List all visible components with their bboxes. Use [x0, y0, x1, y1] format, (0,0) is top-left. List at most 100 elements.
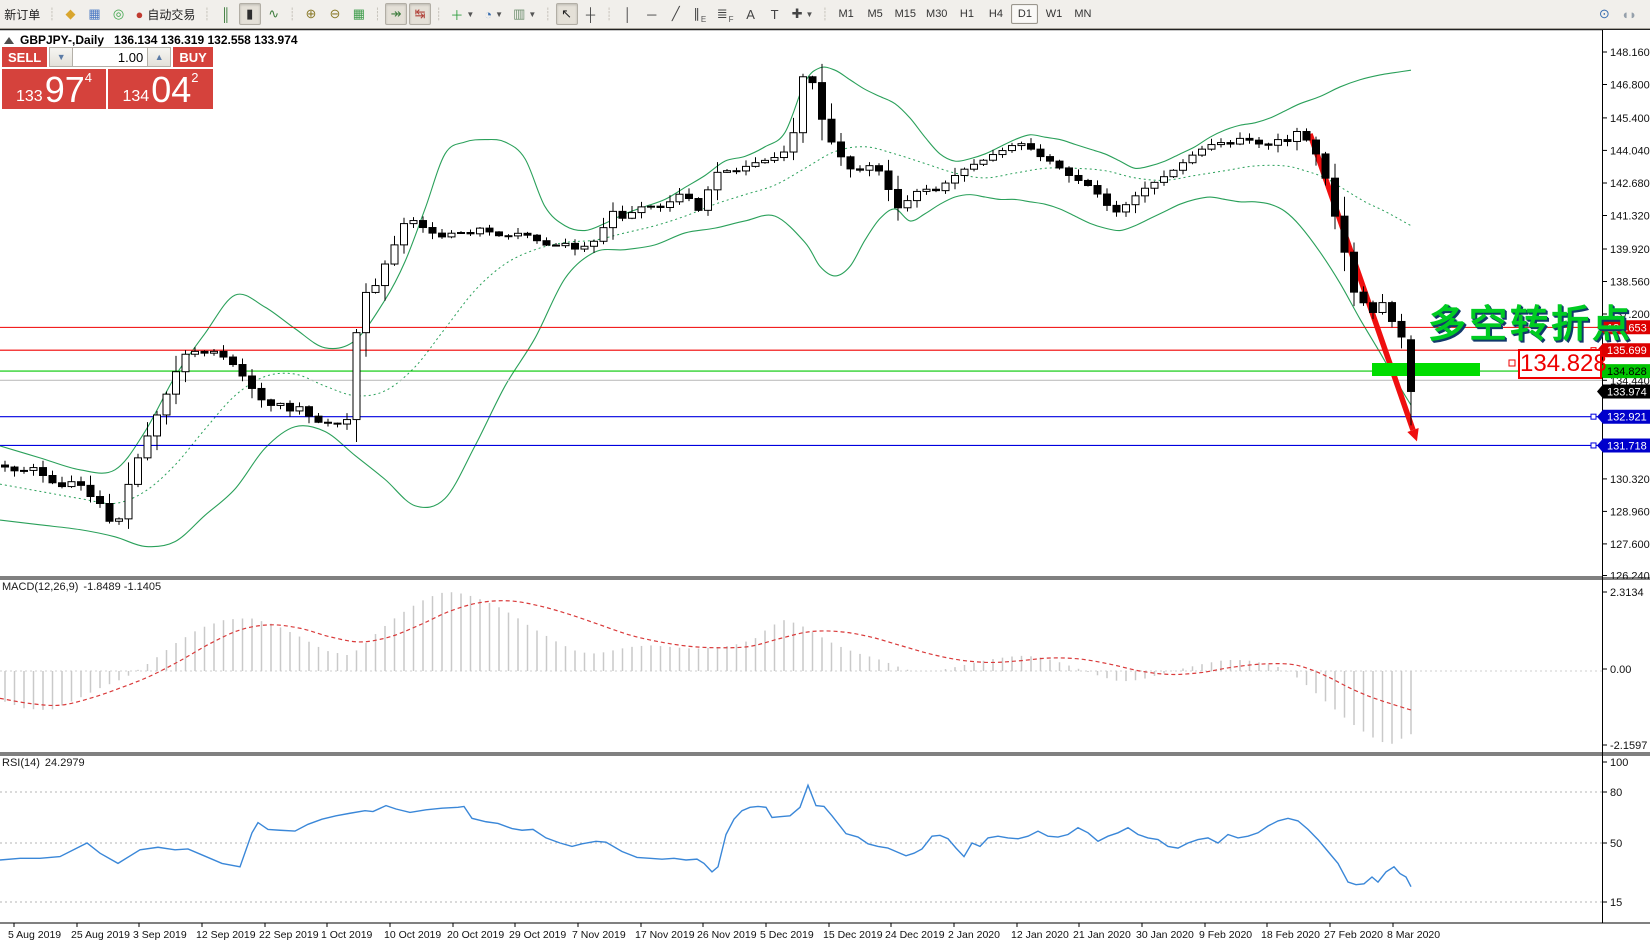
svg-text:24 Dec 2019: 24 Dec 2019 [885, 929, 945, 941]
buy-price[interactable]: 134 04 2 [108, 69, 213, 109]
svg-text:132.921: 132.921 [1607, 412, 1647, 424]
callout-anchor-handle[interactable] [1508, 359, 1516, 367]
periods-button[interactable]: ◔ ▼ [480, 3, 507, 25]
fibonacci-button[interactable]: ≣ F [713, 3, 738, 25]
buy-price-figure: 134 [122, 88, 150, 105]
signals-icon[interactable]: ◎ [108, 3, 130, 25]
chart-ohlc-values: 136.134 136.319 132.558 133.974 [114, 33, 298, 47]
price-callout-label[interactable]: 134.828 [1518, 349, 1607, 379]
chevron-down-icon: ▼ [495, 9, 504, 19]
svg-text:3 Sep 2019: 3 Sep 2019 [133, 929, 187, 941]
zoom-in-button[interactable]: ⊕ [300, 3, 322, 25]
svg-text:131.718: 131.718 [1607, 441, 1647, 453]
line-anchor-handle[interactable] [1590, 413, 1597, 420]
buy-price-point: 2 [191, 70, 199, 85]
vertical-line-glyph: │ [623, 6, 632, 22]
svg-text:50: 50 [1610, 838, 1622, 850]
sell-button[interactable]: SELL [2, 47, 48, 67]
toolbar-separator: ┊ [435, 7, 443, 21]
templates-button[interactable]: ▥ ▼ [509, 3, 540, 25]
tile-windows-button[interactable]: ▦ [348, 3, 370, 25]
svg-text:145.400: 145.400 [1610, 113, 1650, 125]
indicators-button[interactable]: ＋ ▼ [446, 3, 478, 25]
svg-text:144.040: 144.040 [1610, 145, 1650, 157]
sell-price[interactable]: 133 97 4 [2, 69, 106, 109]
green-highlight-bar[interactable] [1372, 363, 1480, 376]
text-button[interactable]: A [740, 3, 762, 25]
timeframe-w1[interactable]: W1 [1040, 4, 1067, 24]
svg-text:26 Nov 2019: 26 Nov 2019 [697, 929, 757, 941]
new-chart-glyph: ▦ [88, 6, 101, 21]
svg-text:9 Feb 2020: 9 Feb 2020 [1199, 929, 1252, 941]
new-chart-button[interactable]: ▦ [84, 3, 106, 25]
toolbar-separator: ┊ [48, 7, 56, 21]
line-chart-button[interactable]: ∿ [263, 3, 285, 25]
timeframe-m5[interactable]: M5 [862, 4, 889, 24]
svg-text:15: 15 [1610, 897, 1622, 909]
cursor-button[interactable]: ↖ [555, 3, 578, 25]
auto-trading-button[interactable]: ● 自动交易 [132, 3, 200, 25]
svg-text:138.560: 138.560 [1610, 277, 1650, 289]
turning-point-annotation[interactable]: 多空转折点 [1428, 293, 1633, 348]
timeframe-h4[interactable]: H4 [982, 4, 1009, 24]
equidistant-channel-button[interactable]: ∥ E [689, 3, 711, 25]
svg-text:128.960: 128.960 [1610, 506, 1650, 518]
svg-text:8 Mar 2020: 8 Mar 2020 [1387, 929, 1440, 941]
timeframe-mn[interactable]: MN [1069, 4, 1096, 24]
svg-text:133.974: 133.974 [1607, 387, 1647, 399]
trendline-glyph: ╱ [671, 6, 680, 21]
zoom-out-button[interactable]: ⊖ [324, 3, 346, 25]
bar-chart-button[interactable]: ║ [215, 3, 237, 25]
candlestick-chart-button[interactable]: ▮ [238, 3, 261, 25]
svg-text:12 Jan 2020: 12 Jan 2020 [1011, 929, 1069, 941]
toolbar-right-buttons: ⊙ ◖◗ [1592, 0, 1650, 28]
auto-scroll-button[interactable]: ↠ [385, 3, 408, 25]
favorites-icon-glyph: ◆ [65, 6, 76, 21]
svg-text:2 Jan 2020: 2 Jan 2020 [948, 929, 1000, 941]
periods-glyph: ◔ [484, 6, 493, 22]
mt4-window: ▤新订单┊◆▦◎●自动交易┊║▮∿┊⊕⊖▦┊↠↹┊＋▼◔▼▥▼┊↖┼┊│─╱∥E… [0, 0, 1650, 949]
vertical-line-button[interactable]: │ [617, 3, 639, 25]
search-icon[interactable]: ⊙ [1593, 3, 1615, 25]
sell-price-point: 4 [84, 70, 92, 85]
favorites-icon[interactable]: ◆ [60, 3, 82, 25]
bar-chart-glyph: ║ [221, 6, 231, 22]
svg-text:0.00: 0.00 [1610, 664, 1631, 676]
text-label-button[interactable]: T [764, 3, 786, 25]
chevron-down-icon: ▼ [805, 9, 814, 19]
svg-text:142.680: 142.680 [1610, 178, 1650, 190]
svg-text:18 Feb 2020: 18 Feb 2020 [1261, 929, 1320, 941]
volume-increase-button[interactable]: ▲ [147, 47, 172, 67]
arrows-glyph: ✚ [791, 6, 803, 21]
buy-button[interactable]: BUY [173, 47, 213, 67]
auto-scroll-glyph: ↠ [390, 6, 402, 21]
chat-icon[interactable]: ◖◗ [1617, 3, 1641, 25]
text-glyph: A [746, 6, 755, 22]
new-order-button[interactable]: ▤新订单 [0, 3, 44, 25]
svg-text:126.240: 126.240 [1610, 571, 1650, 583]
svg-text:130.320: 130.320 [1610, 474, 1650, 486]
svg-text:5 Aug 2019: 5 Aug 2019 [8, 929, 61, 941]
timeframe-m15[interactable]: M15 [891, 4, 920, 24]
timeframe-h1[interactable]: H1 [953, 4, 980, 24]
main-toolbar: ▤新订单┊◆▦◎●自动交易┊║▮∿┊⊕⊖▦┊↠↹┊＋▼◔▼▥▼┊↖┼┊│─╱∥E… [0, 0, 1650, 29]
chart-area[interactable]: 148.160 146.800 145.400 144.040 142.680 141.3… [0, 0, 1650, 949]
line-anchor-handle[interactable] [1590, 442, 1597, 449]
svg-text:146.800: 146.800 [1610, 80, 1650, 92]
timeframe-m1[interactable]: M1 [833, 4, 860, 24]
svg-text:10 Oct 2019: 10 Oct 2019 [384, 929, 441, 941]
chart-shift-button[interactable]: ↹ [409, 3, 432, 25]
one-click-toggle-icon[interactable] [4, 36, 14, 44]
timeframe-m30[interactable]: M30 [922, 4, 951, 24]
chevron-down-icon: ▼ [466, 9, 475, 19]
volume-input[interactable] [73, 47, 148, 67]
svg-text:1 Oct 2019: 1 Oct 2019 [321, 929, 373, 941]
toolbar-separator: ┊ [605, 7, 613, 21]
crosshair-button[interactable]: ┼ [580, 3, 602, 25]
arrows-button[interactable]: ✚ ▼ [788, 3, 818, 25]
svg-text:22 Sep 2019: 22 Sep 2019 [259, 929, 319, 941]
horizontal-line-button[interactable]: ─ [641, 3, 663, 25]
trendline-button[interactable]: ╱ [665, 3, 687, 25]
volume-decrease-button[interactable]: ▼ [49, 47, 74, 67]
timeframe-d1[interactable]: D1 [1011, 4, 1039, 24]
